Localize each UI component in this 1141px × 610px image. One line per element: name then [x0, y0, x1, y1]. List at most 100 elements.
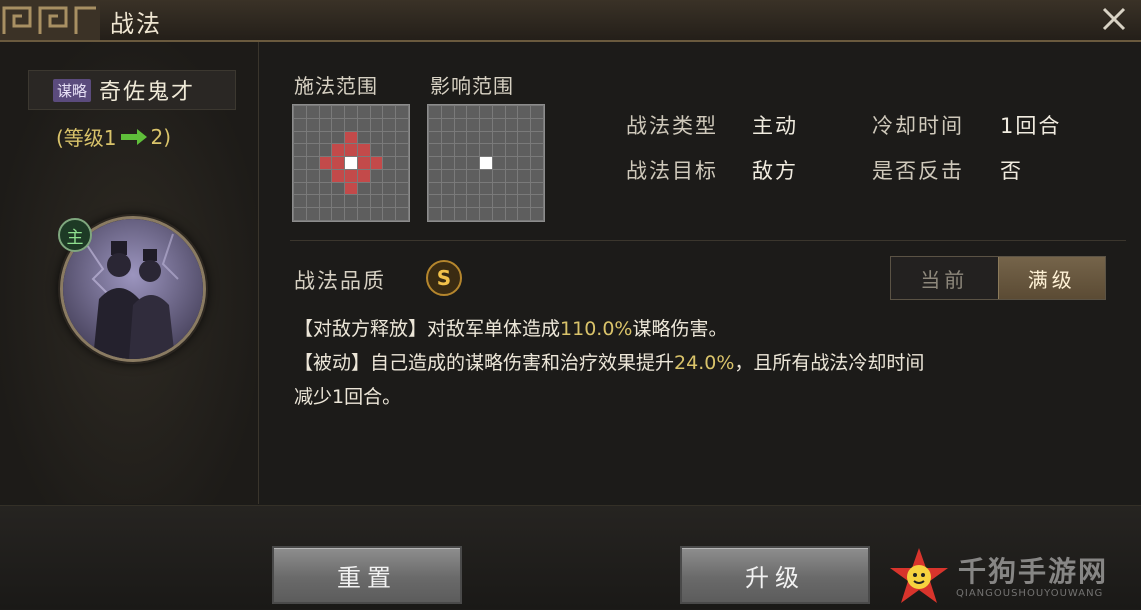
grid-cell: [441, 195, 454, 208]
grid-cell: [370, 195, 383, 208]
grid-cell: [396, 106, 408, 118]
grid-cell: [357, 208, 370, 220]
grid-cell: [531, 144, 543, 157]
grid-cell: [467, 144, 480, 157]
grid-cell: [294, 144, 306, 157]
grid-cell: [332, 182, 345, 195]
grid-cell: [492, 131, 505, 144]
grid-cell: [332, 131, 345, 144]
grid-cell: [454, 157, 467, 169]
grid-cell: [294, 169, 306, 182]
tab-max-level[interactable]: 满级: [997, 257, 1105, 299]
grid-cell: [454, 169, 467, 182]
grid-cell: [492, 195, 505, 208]
grid-cell: [480, 157, 492, 169]
grid-cell: [332, 106, 345, 118]
skill-name: 奇佐鬼才: [99, 80, 196, 105]
tab-current[interactable]: 当前: [891, 257, 998, 299]
effect-range-grid: [427, 104, 545, 222]
skill-type-label: 战法类型: [626, 114, 718, 138]
effect-range-label: 影响范围: [430, 74, 514, 98]
grid-cell: [492, 144, 505, 157]
grid-cell: [441, 182, 454, 195]
grid-cell: [319, 144, 332, 157]
grid-cell: [441, 157, 454, 169]
grid-cell: [505, 106, 518, 118]
grid-cell: [467, 131, 480, 144]
grid-cell: [531, 106, 543, 118]
grid-cell: [480, 169, 492, 182]
grid-cell: [370, 144, 383, 157]
grid-cell: [294, 131, 306, 144]
grid-cell: [518, 106, 531, 118]
skill-summary-panel: 谋略 奇佐鬼才 (等级1 2) 主: [0, 42, 259, 504]
grid-cell: [505, 182, 518, 195]
grid-cell: [441, 144, 454, 157]
grid-cell: [441, 106, 454, 118]
level-to: 2): [150, 124, 172, 149]
cast-range-label: 施法范围: [294, 74, 378, 98]
arrow-right-icon: [120, 128, 147, 145]
grid-cell: [480, 182, 492, 195]
grid-cell: [429, 131, 441, 144]
upgrade-button[interactable]: 升级: [680, 546, 870, 604]
grid-cell: [505, 118, 518, 131]
grid-cell: [429, 106, 441, 118]
grid-cell: [319, 182, 332, 195]
grid-cell: [531, 131, 543, 144]
grid-cell: [518, 131, 531, 144]
grid-cell: [345, 118, 357, 131]
general-portrait: 主: [46, 202, 216, 372]
grid-cell: [518, 157, 531, 169]
grid-cell: [429, 195, 441, 208]
grid-cell: [480, 106, 492, 118]
grid-cell: [357, 106, 370, 118]
grid-cell: [294, 195, 306, 208]
grid-cell: [429, 144, 441, 157]
grid-cell: [306, 118, 319, 131]
grid-cell: [429, 118, 441, 131]
grid-cell: [370, 157, 383, 169]
description-line-2: 【被动】自己造成的谋略伤害和治疗效果提升24.0%，且所有战法冷却时间: [294, 352, 925, 374]
grid-cell: [492, 208, 505, 220]
skill-target-label: 战法目标: [626, 159, 718, 183]
star-mascot-icon: [890, 548, 948, 603]
title-bar: 战法: [0, 0, 1141, 42]
grid-cell: [383, 118, 396, 131]
grid-cell: [531, 169, 543, 182]
grid-cell: [505, 169, 518, 182]
grid-cell: [306, 195, 319, 208]
skill-type-value: 主动: [752, 114, 798, 138]
grid-cell: [429, 182, 441, 195]
grid-cell: [345, 182, 357, 195]
grid-cell: [383, 195, 396, 208]
grid-cell: [492, 118, 505, 131]
grid-cell: [505, 208, 518, 220]
grid-cell: [531, 118, 543, 131]
grid-cell: [319, 157, 332, 169]
grid-cell: [370, 131, 383, 144]
grid-cell: [306, 157, 319, 169]
close-icon: [1102, 7, 1126, 31]
grid-cell: [306, 144, 319, 157]
grid-cell: [294, 118, 306, 131]
quality-grade-badge: S: [426, 260, 462, 296]
grid-cell: [370, 169, 383, 182]
grid-cell: [294, 208, 306, 220]
grid-cell: [518, 208, 531, 220]
section-divider: [290, 240, 1126, 241]
reset-button[interactable]: 重置: [272, 546, 462, 604]
grid-cell: [370, 182, 383, 195]
grid-cell: [383, 131, 396, 144]
grid-cell: [531, 208, 543, 220]
grid-cell: [306, 208, 319, 220]
grid-cell: [357, 144, 370, 157]
grid-cell: [345, 144, 357, 157]
skill-name-box: 谋略 奇佐鬼才: [28, 70, 236, 110]
window-title: 战法: [110, 10, 162, 38]
close-button[interactable]: [1097, 2, 1131, 36]
grid-cell: [467, 157, 480, 169]
grid-cell: [306, 131, 319, 144]
grid-cell: [357, 131, 370, 144]
watermark-text: 千狗手游网: [958, 555, 1109, 588]
